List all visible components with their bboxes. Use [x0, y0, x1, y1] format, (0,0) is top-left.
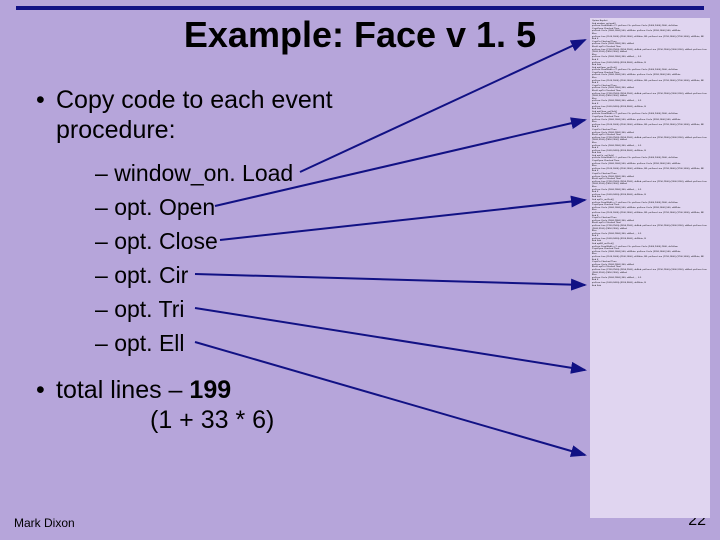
item-0: window_on. Load: [114, 160, 293, 186]
copy-line1-text: Copy code to each event: [56, 86, 333, 114]
copy-line2-text: procedure:: [56, 116, 176, 144]
list-item: opt. Close: [95, 228, 218, 255]
item-3: opt. Cir: [114, 262, 188, 288]
total-value: 199: [189, 376, 231, 404]
footer-author: Mark Dixon: [14, 516, 75, 530]
bullet-total: •total lines – 199: [56, 376, 231, 405]
item-1: opt. Open: [114, 194, 215, 220]
list-item: opt. Open: [95, 194, 215, 221]
code-panel: Option Explicit Sub window_onLoad() picF…: [590, 18, 710, 518]
bullet-copy-line2: procedure:: [56, 116, 176, 145]
code-snippet: Option Explicit Sub window_onLoad() picF…: [592, 20, 708, 287]
list-item: opt. Cir: [95, 262, 188, 289]
item-2: opt. Close: [114, 228, 218, 254]
arrow-onload: [300, 40, 585, 172]
arrow-optclose: [220, 200, 585, 240]
item-4: opt. Tri: [114, 296, 184, 322]
item-5: opt. Ell: [114, 330, 184, 356]
bullet-copy-line1: •Copy code to each event: [56, 86, 333, 115]
list-item: window_on. Load: [95, 160, 293, 187]
formula-text: (1 + 33 * 6): [150, 406, 274, 435]
arrow-optcir: [195, 274, 585, 285]
arrow-optell: [195, 342, 585, 455]
top-rule: [16, 6, 704, 10]
list-item: opt. Ell: [95, 330, 185, 357]
total-label: total lines –: [56, 376, 189, 404]
list-item: opt. Tri: [95, 296, 185, 323]
arrow-opttri: [195, 308, 585, 370]
